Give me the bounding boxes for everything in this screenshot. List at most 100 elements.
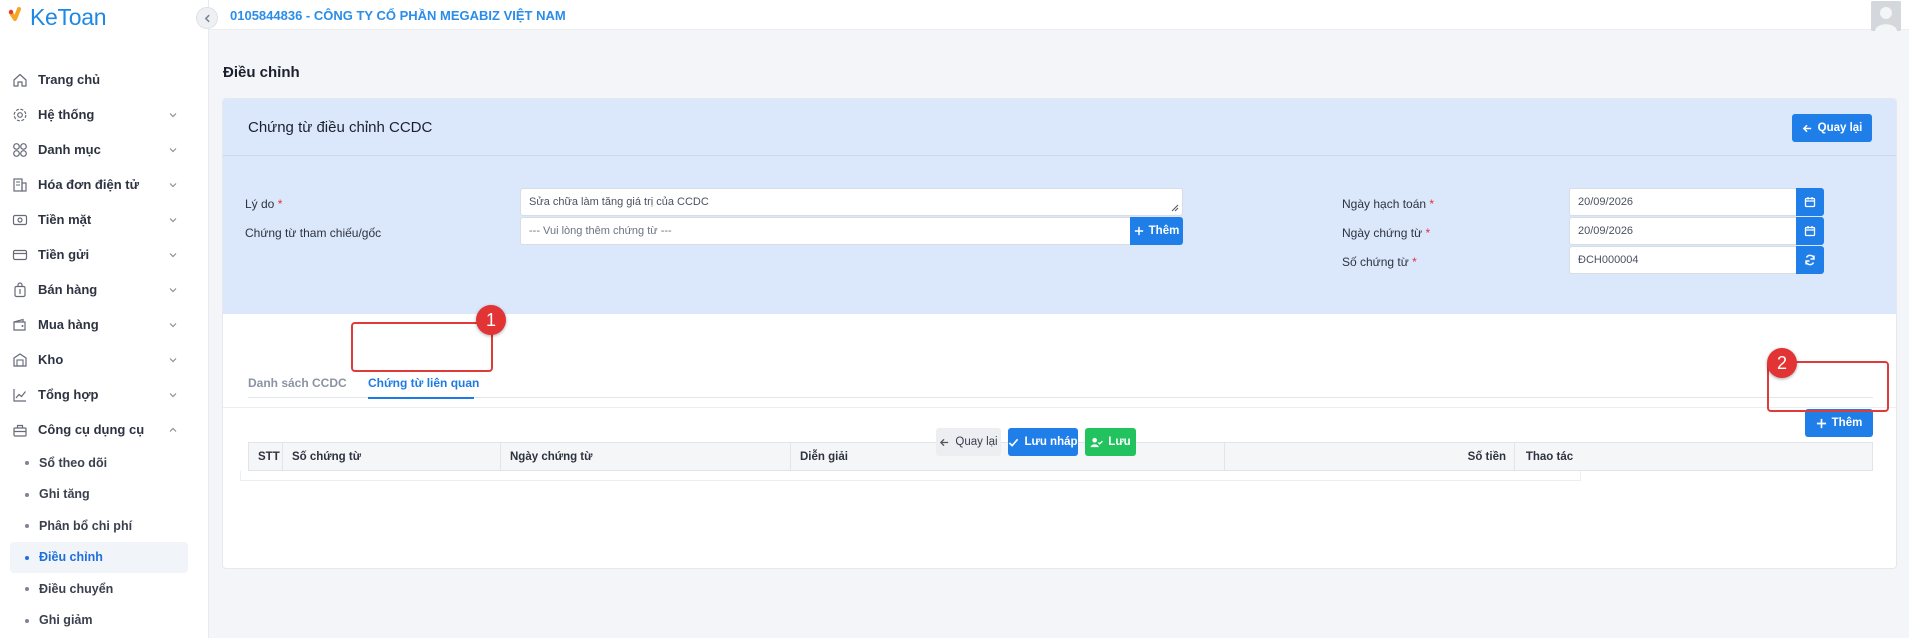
doc-no-label: Số chứng từ * [1342, 255, 1417, 269]
column-header-doc-no: Số chứng từ [283, 443, 501, 470]
sidebar-item-label: Tiền mặt [38, 212, 92, 227]
doc-date-value: 20/09/2026 [1578, 225, 1634, 237]
save-draft-button[interactable]: Lưu nháp [1008, 428, 1078, 456]
grid-icon [12, 142, 28, 158]
chevron-down-icon [169, 323, 177, 328]
sidebar-collapse-button[interactable] [196, 7, 218, 29]
accounting-date-input[interactable]: 20/09/2026 [1569, 188, 1797, 216]
chevron-up-icon [169, 427, 177, 432]
calendar-icon [1804, 226, 1816, 237]
check-icon [1009, 438, 1019, 447]
sidebar-subitem-label: Phân bổ chi phí [39, 518, 133, 533]
column-header-doc-date: Ngày chứng từ [501, 443, 791, 470]
chevron-down-icon [169, 358, 177, 363]
gear-icon [12, 107, 28, 123]
cash-icon [12, 212, 28, 228]
ref-add-button[interactable]: Thêm [1130, 217, 1183, 245]
doc-no-refresh-button[interactable] [1796, 246, 1824, 274]
resize-handle-icon[interactable] [1171, 204, 1179, 212]
back-button[interactable]: Quay lại [1792, 114, 1872, 142]
card-icon [12, 247, 28, 263]
sidebar-subitem-1[interactable]: Ghi tăng [10, 479, 188, 511]
add-document-button[interactable]: Thêm [1805, 409, 1873, 437]
sidebar-item-bán-hàng[interactable]: Bán hàng [0, 272, 208, 307]
chevron-left-icon [204, 14, 210, 22]
doc-date-input[interactable]: 20/09/2026 [1569, 217, 1797, 245]
save-button[interactable]: Lưu [1085, 428, 1136, 456]
required-mark: * [277, 197, 283, 211]
reason-label-text: Lý do [245, 197, 275, 211]
sidebar-item-label: Tiền gửi [38, 247, 90, 262]
sidebar-subitem-label: Ghi giảm [39, 613, 93, 628]
sidebar-subitem-label: Điều chuyển [39, 581, 114, 596]
required-mark: * [1412, 255, 1417, 269]
wallet-icon [12, 317, 28, 333]
doc-date-picker[interactable] [1796, 217, 1824, 245]
reason-field[interactable]: Sửa chữa làm tăng giá trị của CCDC [520, 188, 1183, 216]
required-mark: * [1429, 197, 1435, 211]
bag-icon [12, 281, 28, 298]
sidebar-item-hóa-đơn-điện-tử[interactable]: Hóa đơn điện tử [0, 167, 208, 202]
chevron-down-icon [169, 113, 177, 118]
sidebar-item-mua-hàng[interactable]: Mua hàng [0, 307, 208, 342]
arrow-left-icon [1802, 124, 1811, 132]
table-body [240, 471, 1581, 481]
highlight-box-tab [351, 322, 493, 372]
avatar[interactable] [1871, 1, 1901, 31]
sidebar-item-kho[interactable]: Kho [0, 342, 208, 377]
bullet-icon [25, 461, 29, 465]
top-bar: 0105844836 - CÔNG TY CỔ PHẦN MEGABIZ VIỆ… [209, 0, 1909, 31]
sidebar-item-label: Công cụ dụng cụ [38, 422, 145, 437]
bullet-icon [25, 492, 29, 497]
column-header-actions: Thao tác [1525, 450, 1574, 463]
sidebar-item-label: Tổng hợp [38, 387, 99, 402]
company-name[interactable]: 0105844836 - CÔNG TY CỔ PHẦN MEGABIZ VIỆ… [230, 8, 566, 23]
sidebar-item-label: Trang chủ [38, 72, 101, 87]
footer-divider [223, 407, 1896, 408]
reason-value: Sửa chữa làm tăng giá trị của CCDC [529, 196, 709, 208]
sidebar-subitem-0[interactable]: Sổ theo dõi [10, 447, 188, 479]
refresh-icon [1805, 254, 1815, 266]
chevron-down-icon [169, 253, 177, 258]
sidebar-item-hệ-thống[interactable]: Hệ thống [0, 97, 208, 132]
sidebar-subitem-2[interactable]: Phân bổ chi phí [10, 510, 188, 542]
sidebar-subitem-label: Ghi tăng [39, 487, 90, 502]
logo[interactable]: KeToan [8, 2, 107, 32]
doc-no-label-text: Số chứng từ [1342, 255, 1409, 269]
sidebar-item-label: Danh mục [38, 142, 101, 157]
chevron-down-icon [169, 218, 177, 223]
chevron-down-icon [169, 393, 177, 398]
chevron-down-icon [169, 183, 177, 188]
back-button-label: Quay lại [1817, 122, 1863, 134]
ref-field[interactable]: --- Vui lòng thêm chứng từ --- [520, 217, 1131, 245]
sidebar-subitem-5[interactable]: Ghi giảm [10, 605, 188, 637]
doc-no-input[interactable]: ĐCH000004 [1569, 246, 1797, 274]
home-icon [12, 72, 28, 88]
invoice-icon [12, 177, 28, 193]
logo-text: KeToan [30, 3, 107, 30]
sidebar: KeToan Trang chủ Hệ thống Danh mục Hóa đơn … [0, 0, 209, 638]
footer-back-button[interactable]: Quay lại [936, 428, 1001, 456]
sidebar-item-công-cụ-dụng-cụ[interactable]: Công cụ dụng cụ [0, 412, 208, 447]
tools-icon [12, 422, 28, 438]
form-area: Lý do * Sửa chữa làm tăng giá trị của CC… [223, 156, 1896, 314]
sidebar-item-label: Hóa đơn điện tử [38, 177, 139, 192]
chart-icon [12, 387, 28, 403]
accounting-date-picker[interactable] [1796, 188, 1824, 216]
doc-date-label-text: Ngày chứng từ [1342, 226, 1423, 240]
sidebar-subitem-3[interactable]: Điều chỉnh [10, 541, 188, 573]
sidebar-item-danh-mục[interactable]: Danh mục [0, 132, 208, 167]
sidebar-item-trang-chủ[interactable]: Trang chủ [0, 62, 208, 97]
accounting-date-label: Ngày hạch toán * [1342, 197, 1434, 211]
bullet-icon [25, 555, 29, 560]
tab-related-documents[interactable]: Chứng từ liên quan [368, 376, 479, 390]
sidebar-subitem-4[interactable]: Điều chuyển [10, 573, 188, 605]
sidebar-item-tiền-mặt[interactable]: Tiền mặt [0, 202, 208, 237]
tab-tool-list[interactable]: Danh sách CCDC [248, 376, 347, 390]
sidebar-item-label: Kho [38, 352, 64, 367]
accounting-date-label-text: Ngày hạch toán [1342, 197, 1427, 211]
warehouse-icon [12, 352, 28, 368]
sidebar-item-tiền-gửi[interactable]: Tiền gửi [0, 237, 208, 272]
user-avatar-icon [1871, 1, 1901, 31]
sidebar-item-tổng-hợp[interactable]: Tổng hợp [0, 377, 208, 412]
